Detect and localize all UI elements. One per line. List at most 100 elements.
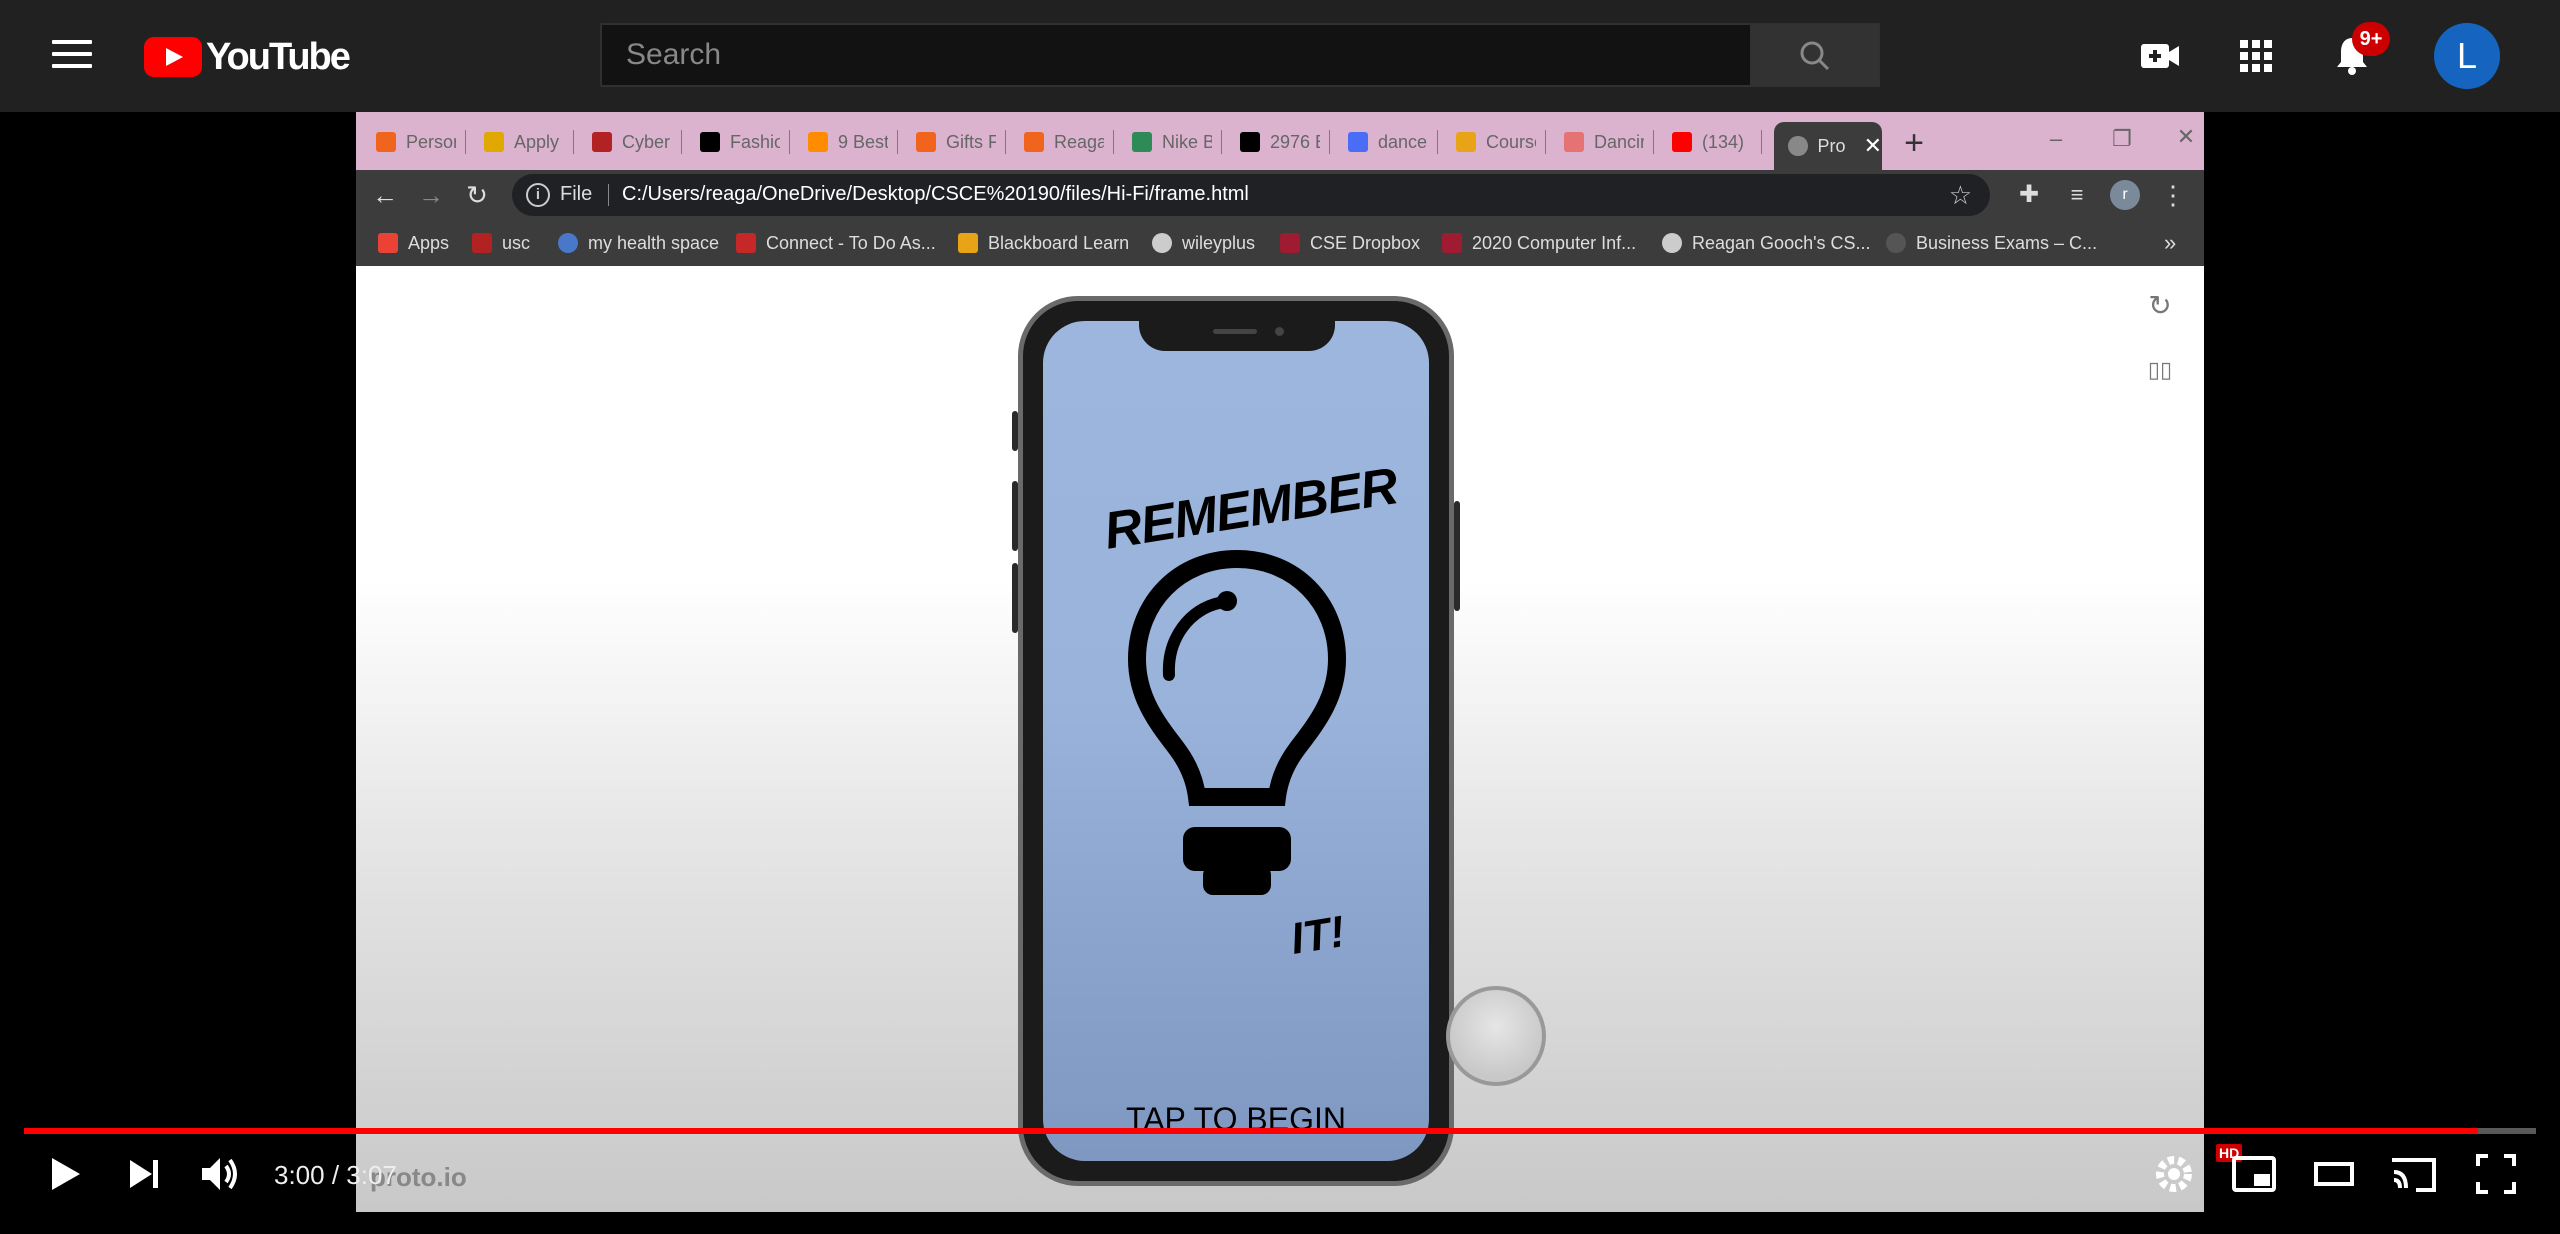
restore-window-icon[interactable]: ❐ xyxy=(2102,126,2142,156)
connect-icon xyxy=(736,233,756,253)
apps-grid-icon[interactable] xyxy=(2230,30,2282,82)
bookmark-item[interactable]: Apps xyxy=(378,230,449,256)
it-title: IT! xyxy=(1287,907,1349,964)
flag-icon xyxy=(472,233,492,253)
browser-tab-active[interactable]: Pro ✕ xyxy=(1774,122,1882,170)
bookmark-item[interactable]: Reagan Gooch's CS... xyxy=(1662,230,1871,256)
bookmark-item[interactable]: wileyplus xyxy=(1152,230,1255,256)
refresh-icon[interactable]: ↻ xyxy=(2140,286,2180,326)
extensions-puzzle-icon[interactable]: ✚ xyxy=(2012,178,2046,212)
browser-tab[interactable]: 2976 B xyxy=(1240,122,1330,162)
bookmark-item[interactable]: usc xyxy=(472,230,530,256)
globe-icon xyxy=(1662,233,1682,253)
browser-tab[interactable]: (134) xyxy=(1672,122,1762,162)
avatar[interactable]: L xyxy=(2434,23,2500,89)
new-tab-button[interactable]: + xyxy=(1896,126,1932,162)
settings-gear-icon[interactable] xyxy=(2150,1150,2198,1198)
bookmark-item[interactable]: Connect - To Do As... xyxy=(736,230,936,256)
player-controls: 3:00 / 3:07 HD xyxy=(0,1134,2560,1212)
browser-tab[interactable]: Reaga xyxy=(1024,122,1114,162)
info-icon[interactable]: i xyxy=(526,183,550,207)
video-player[interactable]: Person Apply Cyber Fashio 9 Best Gifts F Reaga… xyxy=(0,112,2560,1212)
bookmarks-overflow-button[interactable]: » xyxy=(2164,230,2176,256)
more-menu-icon[interactable]: ⋮ xyxy=(2156,178,2190,212)
browser-tab[interactable]: Dancir xyxy=(1564,122,1654,162)
bookmark-item[interactable]: Blackboard Learn xyxy=(958,230,1129,256)
youtube-logo[interactable]: YouTube xyxy=(144,35,351,78)
browser-tab[interactable]: dance xyxy=(1348,122,1438,162)
tab-separator xyxy=(1005,130,1006,154)
fullscreen-icon[interactable] xyxy=(2472,1150,2520,1198)
browser-tab-title: 2976 B xyxy=(1270,131,1320,152)
reload-icon[interactable]: ↻ xyxy=(460,178,494,212)
browser-tab[interactable]: Cyber xyxy=(592,122,682,162)
profile-avatar-icon[interactable]: r xyxy=(2108,178,2142,212)
plus-icon xyxy=(1240,132,1260,152)
create-video-icon[interactable] xyxy=(2134,30,2186,82)
browser-tab-title: dance xyxy=(1378,131,1428,152)
cast-icon[interactable] xyxy=(2390,1150,2438,1198)
youtube-masthead: YouTube 9+ L xyxy=(0,0,2560,112)
phone-screen[interactable]: REMEMBER IT! TAP TO BEGIN xyxy=(1043,321,1429,1161)
pencil-icon xyxy=(958,233,978,253)
etsy-icon xyxy=(916,132,936,152)
bookmark-label: Blackboard Learn xyxy=(988,232,1130,253)
minimize-window-icon[interactable]: – xyxy=(2036,126,2076,156)
menu-icon[interactable] xyxy=(52,40,92,72)
bookmark-label: Business Exams – C... xyxy=(1916,232,2098,253)
forward-arrow-icon[interactable]: → xyxy=(414,178,448,212)
bookmark-item[interactable]: my health space xyxy=(558,230,719,256)
browser-tab-title: (134) xyxy=(1702,131,1745,152)
tab-separator xyxy=(1221,130,1222,154)
close-tab-icon[interactable]: ✕ xyxy=(1864,133,1882,159)
reading-list-icon[interactable]: ≡ xyxy=(2060,178,2094,212)
address-url[interactable]: C:/Users/reaga/OneDrive/Desktop/CSCE%201… xyxy=(622,183,1249,206)
browser-tab[interactable]: Apply xyxy=(484,122,574,162)
search-button[interactable] xyxy=(1750,23,1880,87)
phone-mute-button xyxy=(1012,411,1018,451)
bookmark-item[interactable]: Business Exams – C... xyxy=(1886,230,2097,256)
search-input[interactable] xyxy=(602,25,1750,85)
miniplayer-icon[interactable] xyxy=(2230,1150,2278,1198)
volume-icon[interactable] xyxy=(196,1150,244,1198)
close-window-icon[interactable]: ✕ xyxy=(2168,124,2204,154)
browser-tab[interactable]: Person xyxy=(376,122,466,162)
back-arrow-icon[interactable]: ← xyxy=(368,178,402,212)
browser-tab-title: 9 Best xyxy=(838,131,888,152)
browser-tab[interactable]: Gifts F xyxy=(916,122,1006,162)
bookmark-label: 2020 Computer Inf... xyxy=(1472,232,1637,253)
lightbulb-icon xyxy=(1127,549,1347,895)
bookmark-star-icon[interactable]: ☆ xyxy=(1949,180,1972,211)
address-scheme-label: File xyxy=(560,183,593,205)
tab-separator xyxy=(573,130,574,154)
address-bar[interactable]: i File C:/Users/reaga/OneDrive/Desktop/C… xyxy=(512,174,1990,216)
phone-mockup: REMEMBER IT! TAP TO BEGIN xyxy=(1012,296,1460,1186)
browser-tab[interactable]: Fashio xyxy=(700,122,790,162)
globe-icon xyxy=(558,233,578,253)
search-box[interactable] xyxy=(600,23,1752,87)
youtube-logo-text: YouTube xyxy=(206,35,351,78)
theater-mode-icon[interactable] xyxy=(2310,1150,2358,1198)
device-toggle-icon[interactable]: ▯▯ xyxy=(2140,350,2180,390)
etsy-icon xyxy=(1024,132,1044,152)
bookmarks-bar: Apps usc my health space Connect - To Do As… xyxy=(356,220,2204,266)
notification-count-badge: 9+ xyxy=(2352,22,2390,56)
bookmark-item[interactable]: CSE Dropbox xyxy=(1280,230,1420,256)
bookmark-label: my health space xyxy=(588,232,720,253)
apps-grid-icon xyxy=(378,233,398,253)
browser-tab[interactable]: 9 Best xyxy=(808,122,898,162)
browser-tab[interactable]: Course xyxy=(1456,122,1546,162)
bookmark-item[interactable]: 2020 Computer Inf... xyxy=(1442,230,1636,256)
tab-separator xyxy=(1653,130,1654,154)
play-icon[interactable] xyxy=(40,1150,88,1198)
browser-tab-strip: Person Apply Cyber Fashio 9 Best Gifts F Reaga… xyxy=(356,112,2204,170)
x-icon xyxy=(1132,132,1152,152)
shield-icon xyxy=(1886,233,1906,253)
address-separator xyxy=(608,184,609,206)
browser-tab-title: Cyber xyxy=(622,131,671,152)
browser-tab[interactable]: Nike B xyxy=(1132,122,1222,162)
touch-indicator xyxy=(1446,986,1546,1086)
next-video-icon[interactable] xyxy=(120,1150,168,1198)
tab-separator xyxy=(1545,130,1546,154)
bookmark-label: usc xyxy=(502,232,531,253)
